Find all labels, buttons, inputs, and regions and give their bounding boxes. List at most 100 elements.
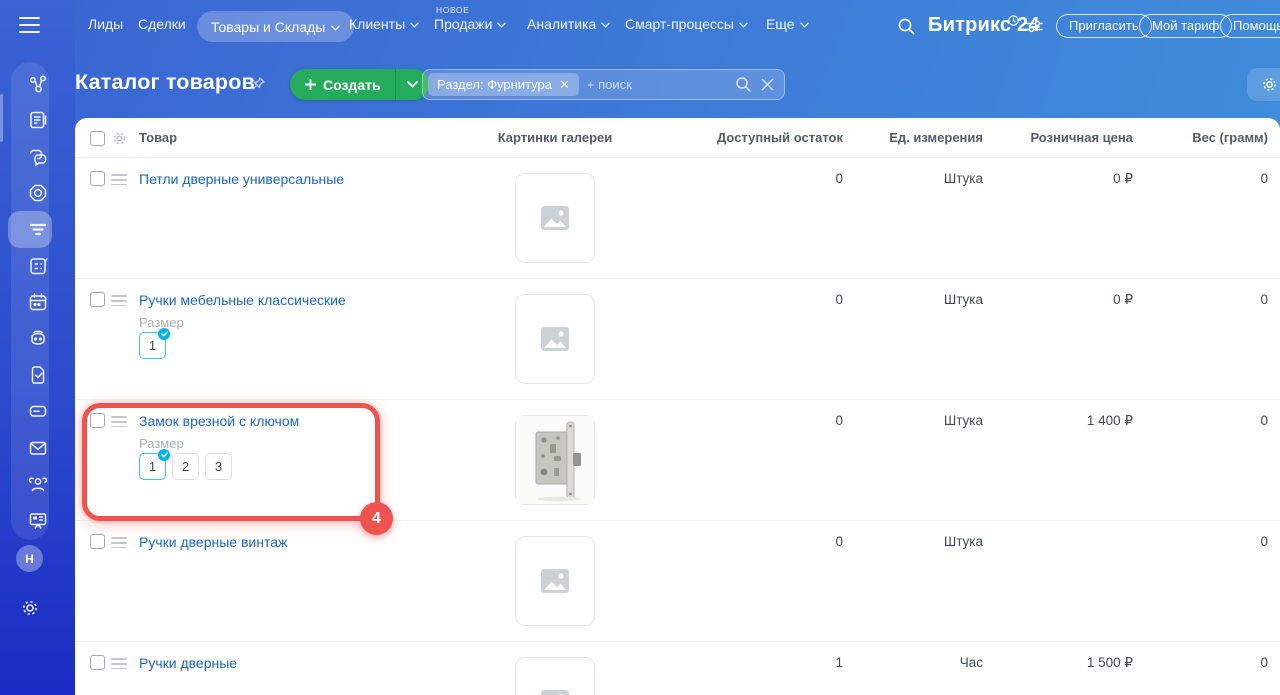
row-checkbox[interactable] (90, 171, 105, 186)
row-checkbox[interactable] (90, 292, 105, 307)
nav-item-analytics[interactable]: Аналитика (527, 16, 611, 32)
product-link[interactable]: Ручки дверные винтаж (139, 534, 287, 550)
invite-button[interactable]: Пригласить (1056, 14, 1152, 38)
clear-search-icon[interactable] (761, 78, 774, 91)
image-placeholder-icon (541, 569, 569, 593)
table-row: Петли дверные универсальные 0 Штука 0 ₽ … (75, 158, 1280, 279)
image-placeholder-icon (541, 327, 569, 351)
price-value: 1 500 ₽ (1086, 655, 1133, 670)
size-chip-value: 1 (148, 459, 157, 474)
sidebar-scrollbar[interactable] (0, 94, 3, 142)
crm-funnel-icon[interactable] (27, 218, 49, 240)
select-all-checkbox[interactable] (90, 131, 105, 146)
product-link[interactable]: Петли дверные универсальные (139, 171, 344, 187)
drag-handle[interactable] (111, 174, 127, 189)
board-icon[interactable] (27, 510, 49, 532)
calendar-icon[interactable] (27, 291, 49, 313)
column-header-weight[interactable]: Вес (грамм) (1120, 118, 1268, 158)
table-row: Ручки мебельные классические Размер 1 0 … (75, 279, 1280, 400)
team-icon[interactable] (27, 473, 49, 495)
size-chip-value: 2 (181, 459, 190, 474)
gallery-image-placeholder[interactable] (515, 536, 595, 626)
weight-value: 0 (1260, 292, 1268, 307)
row-checkbox[interactable] (90, 413, 105, 428)
column-header-unit[interactable]: Ед. измерения (835, 118, 983, 158)
docs-icon[interactable] (27, 364, 49, 386)
network-icon[interactable] (27, 73, 49, 95)
nav-label: Еще (766, 16, 795, 32)
weight-value: 0 (1260, 534, 1268, 549)
weight-value: 0 (1260, 171, 1268, 186)
stock-value: 0 (835, 171, 843, 186)
drag-handle[interactable] (111, 416, 127, 431)
help-button[interactable]: Помощь (1220, 14, 1280, 38)
nav-item-products-warehouses[interactable]: Товары и Склады (197, 11, 355, 42)
filter-search-bar[interactable]: Раздел: Фурнитура ✕ + поиск (422, 69, 785, 100)
nav-item-smart-processes[interactable]: Смарт-процессы (625, 16, 748, 32)
tune-sliders-icon[interactable] (1026, 20, 1043, 38)
gallery-image-placeholder[interactable] (515, 294, 595, 384)
size-chips: 1 (139, 328, 170, 359)
product-link[interactable]: Ручки дверные (139, 655, 237, 671)
user-avatar[interactable]: Н (16, 545, 43, 572)
chevron-down-icon (497, 22, 507, 28)
column-header-gallery[interactable]: Картинки галереи (455, 118, 655, 158)
bitrix24-logo[interactable]: Битрикс 24 (928, 14, 1040, 37)
column-header-product[interactable]: Товар (139, 118, 177, 158)
unit-value: Штука (943, 534, 983, 549)
ai-bot-icon[interactable] (27, 327, 49, 349)
column-header-price[interactable]: Розничная цена (985, 118, 1133, 158)
create-button[interactable]: Создать (290, 69, 395, 100)
drive-icon[interactable] (27, 400, 49, 422)
product-link[interactable]: Замок врезной с ключом (139, 413, 299, 429)
feed-icon[interactable] (27, 109, 49, 131)
sidebar-settings-gear-icon[interactable] (19, 597, 41, 619)
drag-handle[interactable] (111, 537, 127, 552)
image-placeholder-icon (541, 690, 569, 695)
chevron-down-icon (331, 25, 341, 31)
row-checkbox[interactable] (90, 534, 105, 549)
chip-remove-icon[interactable]: ✕ (559, 78, 570, 91)
nav-item-leads[interactable]: Лиды (88, 16, 123, 32)
stock-value: 0 (835, 534, 843, 549)
column-header-stock[interactable]: Доступный остаток (645, 118, 843, 158)
stock-value: 1 (835, 655, 843, 670)
chevron-down-icon (410, 22, 419, 28)
nav-item-deals[interactable]: Сделки (138, 16, 186, 32)
row-checkbox[interactable] (90, 655, 105, 670)
nav-item-clients[interactable]: Клиенты (349, 16, 419, 32)
weight-value: 0 (1260, 413, 1268, 428)
size-chip[interactable]: 2 (172, 453, 199, 480)
size-chip-selected[interactable]: 1 (139, 449, 170, 480)
clock-icon[interactable] (1008, 13, 1019, 31)
columns-settings-gear-icon[interactable] (112, 131, 127, 146)
check-badge-icon (158, 449, 170, 461)
search-icon[interactable] (735, 76, 752, 93)
product-link[interactable]: Ручки мебельные классические (139, 292, 346, 308)
video-icon[interactable] (27, 182, 49, 204)
global-search-icon[interactable] (897, 17, 916, 41)
nav-item-more[interactable]: Еще (766, 16, 809, 32)
pin-icon[interactable] (251, 76, 266, 96)
gallery-image-placeholder[interactable] (515, 657, 595, 695)
page-settings-gear-button[interactable] (1247, 68, 1280, 101)
product-photo-lock[interactable] (515, 415, 595, 505)
size-chip[interactable]: 3 (205, 453, 232, 480)
mortise-lock-image (516, 416, 594, 504)
product-table-panel: Товар Картинки галереи Доступный остаток… (75, 118, 1280, 695)
nav-label: Смарт-процессы (625, 16, 734, 32)
drag-handle[interactable] (111, 295, 127, 310)
my-plan-button[interactable]: Мой тариф (1139, 14, 1233, 38)
drag-handle[interactable] (111, 658, 127, 673)
tasks-icon[interactable] (27, 255, 49, 277)
price-value: 1 400 ₽ (1086, 413, 1133, 428)
nav-item-sales[interactable]: Продажи (434, 16, 507, 32)
size-chip-selected[interactable]: 1 (139, 328, 170, 359)
chat-icon[interactable] (27, 146, 49, 168)
price-value: 0 ₽ (1113, 292, 1133, 307)
size-chip-value: 3 (214, 459, 223, 474)
table-row-highlighted: Замок врезной с ключом Размер 1 2 3 0 Шт… (75, 400, 1280, 535)
mail-icon[interactable] (27, 437, 49, 459)
gallery-image-placeholder[interactable] (515, 173, 595, 263)
filter-chip-section[interactable]: Раздел: Фурнитура ✕ (428, 73, 579, 96)
